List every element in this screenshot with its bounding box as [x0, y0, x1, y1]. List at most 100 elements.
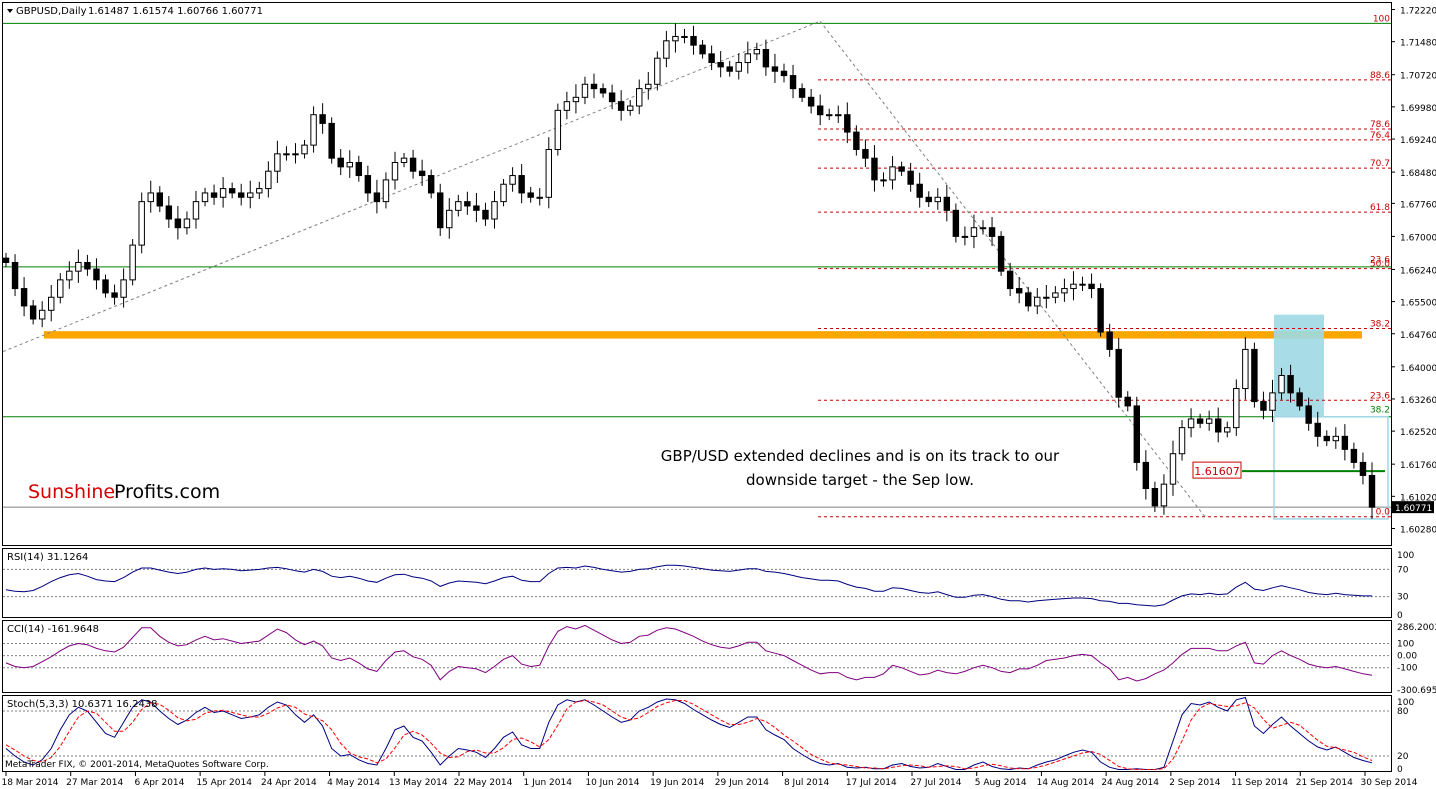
x-tick-label: 27 Jul 2014 — [911, 778, 962, 788]
oscillator-tick-label: 100 — [1397, 551, 1414, 561]
candle-body — [174, 218, 182, 229]
candle-body — [1196, 418, 1204, 424]
candle-body — [826, 114, 833, 117]
candle-body — [1305, 405, 1312, 424]
oscillator-tick-label: -300.6957 — [1397, 686, 1436, 696]
candle-body — [247, 192, 254, 198]
candle-body — [1070, 283, 1077, 290]
candle-body — [138, 201, 145, 246]
candle-body — [437, 192, 444, 229]
candle-body — [1296, 392, 1303, 407]
x-tick-label: 24 Apr 2014 — [261, 778, 317, 788]
candle-body — [1061, 288, 1068, 294]
candle-body — [880, 179, 887, 182]
candle-body — [2, 257, 10, 263]
candle-body — [663, 40, 670, 59]
candle-body — [1115, 348, 1122, 398]
candle-body — [1079, 283, 1086, 286]
candle-body — [1260, 401, 1267, 411]
candle-body — [599, 88, 607, 94]
candle-body — [1006, 270, 1014, 290]
candle-body — [1350, 448, 1358, 463]
x-tick-label: 19 Jun 2014 — [650, 778, 704, 788]
candle-body — [319, 114, 326, 124]
candle-body — [590, 83, 598, 90]
candle-body — [427, 175, 435, 194]
candle-body — [789, 75, 797, 90]
candle-body — [672, 35, 679, 42]
candle-body — [617, 101, 625, 111]
candle-body — [1133, 405, 1141, 463]
x-tick-label: 13 May 2014 — [389, 778, 448, 788]
candle-body — [120, 279, 127, 298]
oscillator-tick-label: 0 — [1397, 765, 1403, 775]
candle-body — [1214, 418, 1222, 433]
candle-body — [979, 227, 987, 230]
oscillator-tick-label: 80 — [1397, 707, 1409, 717]
candle-body — [482, 209, 489, 220]
candle-body — [645, 83, 652, 90]
candle-body — [1151, 487, 1159, 507]
candle-body — [84, 261, 91, 270]
candle-body — [500, 183, 507, 203]
candle-body — [1359, 461, 1367, 476]
fib-level-label: 23.6 — [1370, 391, 1390, 401]
candle-body — [328, 122, 335, 159]
candle-body — [961, 235, 969, 238]
candle-body — [337, 157, 344, 168]
cci-title: CCI(14) -161.9648 — [7, 624, 99, 635]
candle-body — [916, 183, 923, 198]
candle-body — [1187, 418, 1195, 429]
oscillator-tick-label: 0 — [1397, 611, 1403, 621]
y-tick-label: 1.69240 — [1400, 136, 1436, 146]
fib-level-label: 0.0 — [1376, 508, 1391, 518]
x-tick-label: 14 Aug 2014 — [1037, 778, 1095, 788]
candle-body — [988, 227, 996, 237]
candle-body — [364, 175, 372, 194]
fib-level-label: 61.8 — [1370, 203, 1390, 213]
candle-body — [418, 170, 426, 177]
candle-body — [355, 162, 363, 177]
candle-body — [952, 209, 960, 237]
symbol-label: GBPUSD,Daily — [16, 6, 87, 17]
candle-body — [464, 201, 471, 207]
candle-body — [889, 166, 896, 181]
candle-body — [29, 305, 37, 320]
candle-body — [871, 157, 878, 181]
ohlc-values: 1.61487 1.61574 1.60766 1.60771 — [88, 6, 263, 17]
candle-body — [210, 192, 218, 198]
candle-body — [201, 192, 209, 203]
candle-body — [636, 88, 643, 107]
candle-body — [753, 49, 761, 55]
candle-body — [862, 148, 869, 159]
candle-body — [1332, 435, 1340, 442]
y-tick-label: 1.62520 — [1400, 428, 1436, 438]
candle-body — [11, 261, 19, 290]
x-tick-label: 11 Sep 2014 — [1231, 778, 1288, 788]
fib-level-label: 38.2 — [1370, 406, 1390, 416]
fib-level-label: 50.0 — [1370, 260, 1390, 270]
candle-body — [66, 270, 73, 281]
candle-body — [1052, 292, 1059, 298]
candle-body — [93, 268, 100, 281]
candle-body — [228, 188, 236, 194]
candle-body — [20, 288, 28, 307]
chart-background — [0, 0, 1436, 789]
candle-body — [1025, 292, 1032, 307]
annotation-line-1: GBP/USD extended declines and is on its … — [661, 447, 1060, 465]
candle-body — [75, 261, 82, 272]
candle-body — [165, 205, 173, 220]
candle-body — [735, 62, 742, 72]
oscillator-tick-label: 70 — [1397, 565, 1409, 575]
candle-body — [1088, 283, 1095, 290]
y-tick-label: 1.65500 — [1400, 299, 1436, 309]
candle-body — [563, 101, 571, 111]
candle-body — [382, 179, 390, 203]
candle-body — [256, 188, 263, 194]
candle-body — [1034, 296, 1041, 307]
candle-body — [771, 66, 779, 72]
candle-body — [48, 296, 55, 311]
candle-body — [1142, 461, 1150, 489]
candle-body — [1278, 374, 1285, 394]
y-tick-label: 1.66240 — [1400, 266, 1436, 276]
